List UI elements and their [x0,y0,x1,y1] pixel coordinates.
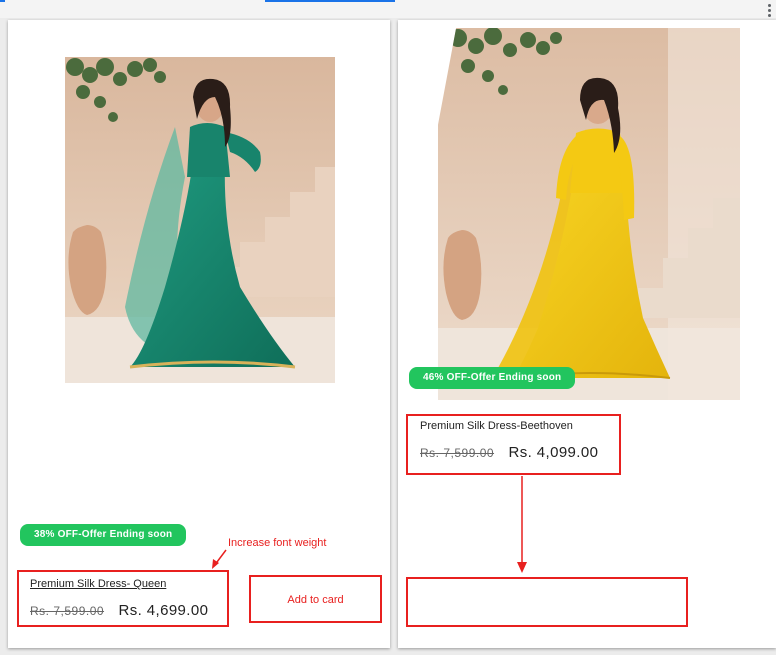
annotation-arrows [212,476,527,573]
arrow-icon [517,476,527,573]
arrow-icon [212,549,227,569]
